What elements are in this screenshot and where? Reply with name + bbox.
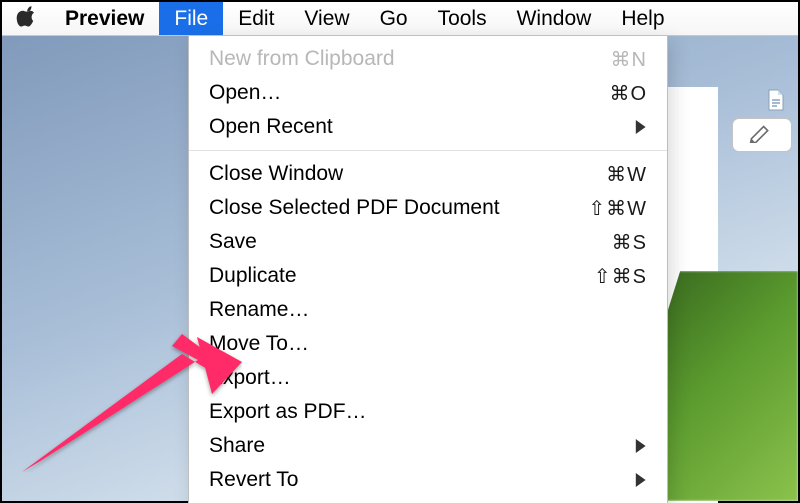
menuitem-open[interactable]: Open… ⌘O [189, 76, 667, 110]
menuitem-duplicate[interactable]: Duplicate ⇧⌘S [189, 259, 667, 293]
menu-edit[interactable]: Edit [223, 2, 289, 35]
apple-icon [16, 5, 38, 33]
apple-menu[interactable] [12, 2, 50, 35]
menuitem-label: Duplicate [209, 264, 594, 288]
menuitem-label: New from Clipboard [209, 47, 611, 71]
menuitem-label: Open… [209, 81, 609, 105]
menu-tools[interactable]: Tools [423, 2, 502, 35]
menuitem-shortcut: ⌘S [612, 230, 647, 255]
menuitem-rename[interactable]: Rename… [189, 293, 667, 327]
menuitem-export-as-pdf[interactable]: Export as PDF… [189, 395, 667, 429]
chevron-right-icon [633, 473, 647, 487]
menu-go[interactable]: Go [365, 2, 423, 35]
menuitem-close-window[interactable]: Close Window ⌘W [189, 157, 667, 191]
menuitem-export[interactable]: Export… [189, 361, 667, 395]
menuitem-revert-to[interactable]: Revert To [189, 463, 667, 497]
menu-view[interactable]: View [289, 2, 364, 35]
menu-file[interactable]: File [159, 2, 223, 35]
menuitem-move-to[interactable]: Move To… [189, 327, 667, 361]
menuitem-label: Open Recent [209, 115, 633, 139]
menuitem-open-recent[interactable]: Open Recent [189, 110, 667, 144]
menuitem-label: Share [209, 434, 633, 458]
page-icon [764, 88, 788, 112]
menuitem-label: Rename… [209, 298, 647, 322]
file-menu-dropdown: New from Clipboard ⌘N Open… ⌘O Open Rece… [188, 36, 668, 503]
menuitem-label: Close Window [209, 162, 606, 186]
menuitem-new-from-clipboard: New from Clipboard ⌘N [189, 42, 667, 76]
menuitem-label: Revert To [209, 468, 633, 492]
menuitem-shortcut: ⌘N [611, 47, 647, 72]
menuitem-label: Close Selected PDF Document [209, 196, 588, 220]
markup-icon [749, 123, 775, 148]
menuitem-share[interactable]: Share [189, 429, 667, 463]
menuitem-label: Export as PDF… [209, 400, 647, 424]
app-name[interactable]: Preview [50, 2, 159, 35]
chevron-right-icon [633, 439, 647, 453]
markup-button[interactable] [732, 118, 792, 152]
menu-separator [189, 150, 667, 151]
menuitem-shortcut: ⌘O [609, 81, 647, 106]
menuitem-shortcut: ⇧⌘S [594, 264, 647, 289]
menu-help[interactable]: Help [606, 2, 679, 35]
menuitem-label: Save [209, 230, 612, 254]
menuitem-label: Move To… [209, 332, 647, 356]
menuitem-shortcut: ⌘W [606, 162, 647, 187]
menuitem-save[interactable]: Save ⌘S [189, 225, 667, 259]
menuitem-shortcut: ⇧⌘W [588, 196, 647, 221]
menuitem-close-selected-pdf[interactable]: Close Selected PDF Document ⇧⌘W [189, 191, 667, 225]
menuitem-label: Export… [209, 366, 647, 390]
menu-window[interactable]: Window [502, 2, 607, 35]
menu-bar: Preview File Edit View Go Tools Window H… [2, 2, 798, 36]
chevron-right-icon [633, 120, 647, 134]
